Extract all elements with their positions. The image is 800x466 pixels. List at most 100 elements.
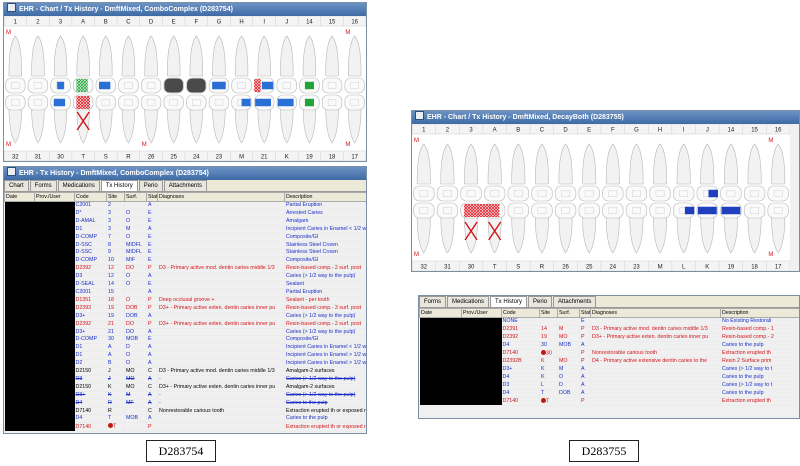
tooth-number-upper: H <box>658 128 662 134</box>
tab-tx-history[interactable]: Tx History <box>490 296 528 307</box>
column-header-description[interactable]: Description <box>284 192 366 202</box>
cell-surf: O <box>124 209 147 218</box>
tooth-number-lower: 23 <box>216 155 223 161</box>
cell-stat: A <box>579 389 591 398</box>
cell-stat: A <box>146 272 158 282</box>
tab-chart[interactable]: Chart <box>4 180 29 191</box>
cell-site: T <box>106 414 125 424</box>
cell-code: D* <box>74 209 107 218</box>
column-header-surf[interactable]: Surf. <box>557 308 580 318</box>
left-chart-title: EHR - Chart / Tx History - DmftMixed, Co… <box>19 6 233 13</box>
tooth-number-lower: 18 <box>751 265 758 271</box>
cell-site: 30 <box>539 349 558 359</box>
upper-tooth-root <box>348 35 362 77</box>
cell-desc: Resin-based comp.- 3 surf. post <box>284 304 366 313</box>
cell-desc: Extraction erupted th or exposed ro <box>284 407 367 416</box>
column-header-surf[interactable]: Surf. <box>124 192 147 202</box>
cell-stat: E <box>579 317 591 326</box>
redacted-date-provider <box>419 317 502 406</box>
table-row[interactable]: NONE E No Existing Restorati <box>419 317 799 406</box>
restoration-mark <box>684 206 695 215</box>
lower-occlusal-surface <box>436 202 459 219</box>
lower-occlusal-surface <box>5 94 26 111</box>
lower-occlusal-surface <box>27 94 49 111</box>
column-header-date[interactable]: Date <box>4 192 35 202</box>
cell-site: 30 <box>539 341 558 350</box>
cell-surf: M <box>124 225 147 234</box>
column-header-prov-user[interactable]: Prov./User <box>461 308 502 318</box>
tab-forms[interactable]: Forms <box>29 180 57 191</box>
cell-stat: A <box>146 328 158 337</box>
tab-perio[interactable]: Perio <box>138 180 163 191</box>
column-header-code[interactable]: Code <box>74 192 107 202</box>
right-tooth-chart[interactable]: 1 32 2 31 3 30 A T B S C R D 26 E 25 F 24 G 23 H M I L J K 14 19 15 1… <box>412 123 791 271</box>
cell-code: D-SEAL <box>74 280 107 289</box>
lower-tooth-root <box>511 212 526 254</box>
tab-forms[interactable]: Forms <box>419 296 446 307</box>
cell-desc: Composite/GI <box>284 233 366 242</box>
tab-tx-history[interactable]: Tx History <box>100 180 138 191</box>
column-header-diagnoses[interactable]: Diagnoses <box>157 192 285 202</box>
upper-occlusal-surface <box>118 77 139 94</box>
table-row[interactable]: C2001 2 A Partial Eruption <box>4 201 366 432</box>
column-header-diagnoses[interactable]: Diagnoses <box>590 308 721 318</box>
tab-attachments[interactable]: Attachments <box>163 180 208 191</box>
cell-surf <box>124 407 147 416</box>
cell-code: D-SSC <box>74 248 107 258</box>
cell-surf: DOB <box>124 304 147 313</box>
tooth-number-upper: 16 <box>775 128 782 134</box>
left-table-body: C2001 2 A Partial Eruption D* 3 O E Arrested Car… <box>4 201 367 432</box>
cell-desc: Arrested Caries <box>284 209 366 218</box>
column-header-stat[interactable]: Stat <box>579 308 591 318</box>
lower-tooth-root <box>700 212 715 254</box>
cell-diag <box>590 317 721 326</box>
cell-surf <box>124 201 147 210</box>
cell-stat: A <box>146 351 158 361</box>
tooth-number-lower: 26 <box>562 265 569 271</box>
column-header-site[interactable]: Site <box>539 308 558 318</box>
tab-attachments[interactable]: Attachments <box>553 296 597 307</box>
cell-surf: MO <box>557 357 580 366</box>
left-tooth-chart[interactable]: 1 32 2 31 3 30 A T B S C R D 26 E 25 F 24 G 23 H M I 21 J K 14 19 15… <box>4 15 366 161</box>
tab-perio[interactable]: Perio <box>528 296 553 307</box>
column-header-site[interactable]: Site <box>106 192 125 202</box>
cell-diag <box>157 288 285 297</box>
cell-site: K <box>539 365 558 374</box>
cell-diag: Deep occlusal groove + <box>157 296 285 305</box>
missing-m-mark: M <box>6 142 11 148</box>
column-header-date[interactable]: Date <box>419 308 462 318</box>
cell-diag <box>157 272 285 282</box>
restoration-mark <box>277 98 294 107</box>
cell-code: D-COMP <box>74 256 107 266</box>
tab-medications[interactable]: Medications <box>447 296 490 307</box>
cell-diag: D3+ - Primary active exten. dentin carie… <box>157 304 285 313</box>
cell-stat: P <box>146 296 158 305</box>
tooth-number-lower: 30 <box>57 155 64 161</box>
right-tooth-chart-svg[interactable]: 132231330ATBSCRD26E25F24G23HMILJK1419151… <box>412 123 791 271</box>
lower-occlusal-surface <box>507 202 529 219</box>
column-header-prov-user[interactable]: Prov./User <box>34 192 75 202</box>
missing-m-mark: M <box>768 138 773 144</box>
right-chart-title: EHR - Chart / Tx History - DmftMixed, De… <box>427 114 624 121</box>
column-header-description[interactable]: Description <box>720 308 799 318</box>
cell-stat: E <box>146 256 158 266</box>
cell-surf: O <box>124 233 147 242</box>
tab-medications[interactable]: Medications <box>57 180 100 191</box>
tooth-number-upper: A <box>493 128 497 134</box>
column-header-stat[interactable]: Stat <box>146 192 158 202</box>
cell-code: D3 <box>501 381 540 390</box>
restoration-mark <box>304 98 314 107</box>
left-tooth-chart-svg[interactable]: 132231330ATBSCRD26E25F24G23HMI21JK141915… <box>4 15 366 161</box>
lower-tooth-root <box>582 212 597 254</box>
cell-desc: Partial Eruption <box>284 288 366 297</box>
tooth-number-lower: 19 <box>728 265 735 271</box>
cell-diag: - <box>157 375 285 384</box>
upper-tooth-root <box>582 143 597 185</box>
column-header-code[interactable]: Code <box>501 308 540 318</box>
lower-tooth-root <box>676 212 691 254</box>
upper-tooth-root <box>121 35 136 77</box>
tooth-number-upper: D <box>563 128 568 134</box>
tooth-number-lower: 26 <box>148 155 155 161</box>
cell-desc: Extraction erupted th or exposed ro <box>284 422 367 432</box>
cell-stat: E <box>146 248 158 258</box>
